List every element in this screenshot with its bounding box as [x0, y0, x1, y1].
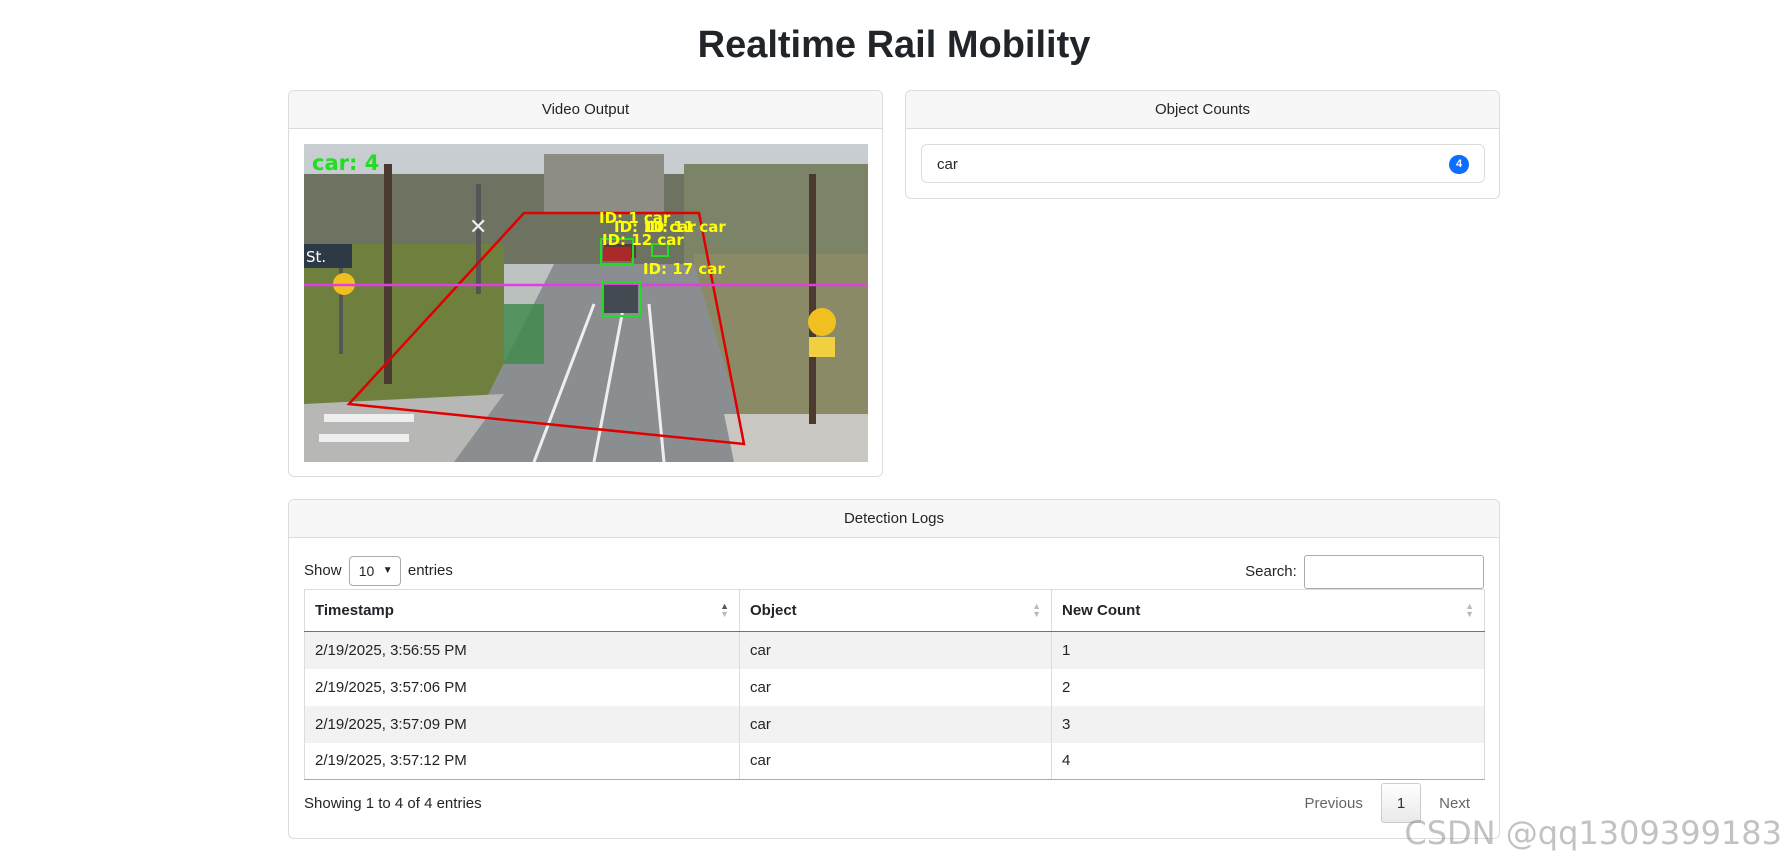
chevron-down-icon: ▼ — [382, 565, 393, 577]
cell-object: car — [739, 705, 1052, 743]
count-item-label: car — [937, 156, 958, 173]
cell-timestamp: 2/19/2025, 3:57:06 PM — [304, 668, 740, 706]
cell-timestamp: 2/19/2025, 3:57:09 PM — [304, 705, 740, 743]
count-list-item: car 4 — [921, 144, 1485, 183]
object-counts-card: Object Counts car 4 — [905, 90, 1500, 199]
cell-timestamp: 2/19/2025, 3:57:12 PM — [304, 742, 740, 780]
table-row: 2/19/2025, 3:57:09 PM car 3 — [304, 705, 1485, 743]
table-header-row: Timestamp ▲ ▼ Object ▲ ▼ New Count ▲ ▼ — [304, 589, 1485, 632]
sort-asc-icon: ▲ ▼ — [720, 601, 729, 619]
detection-logs-header: Detection Logs — [289, 500, 1499, 538]
cell-timestamp: 2/19/2025, 3:56:55 PM — [304, 631, 740, 669]
detection-logs-card: Detection Logs Show 10 ▼ entries Search: … — [288, 499, 1500, 839]
page-title: Realtime Rail Mobility — [697, 24, 1091, 66]
street-sign-text: St. — [306, 248, 326, 266]
sort-icon: ▲ ▼ — [1032, 601, 1041, 619]
table-controls: Show 10 ▼ entries Search: — [304, 555, 1484, 590]
cell-object: car — [739, 631, 1052, 669]
search-label: Search: — [1245, 563, 1297, 580]
previous-button[interactable]: Previous — [1290, 784, 1376, 824]
column-header-new-count[interactable]: New Count ▲ ▼ — [1051, 589, 1485, 632]
video-output-card: Video Output ✕ St. car: 4 ID: 1 car ID: … — [288, 90, 883, 477]
video-stream: ✕ St. car: 4 ID: 1 car ID: 10 car ID: 11… — [304, 144, 868, 462]
column-header-timestamp[interactable]: Timestamp ▲ ▼ — [304, 589, 740, 632]
search-control: Search: — [1245, 555, 1484, 590]
detection-label: ID: 17 car — [643, 260, 725, 278]
video-output-header: Video Output — [289, 91, 882, 129]
search-input[interactable] — [1304, 555, 1484, 590]
table-info: Showing 1 to 4 of 4 entries — [304, 795, 482, 812]
column-header-label: Object — [750, 602, 797, 619]
cell-new-count: 2 — [1051, 668, 1485, 706]
length-control: Show 10 ▼ entries — [304, 555, 453, 587]
page-length-value: 10 — [358, 563, 375, 580]
cell-object: car — [739, 742, 1052, 780]
detection-label: ID: 12 car — [602, 231, 684, 249]
table-row: 2/19/2025, 3:56:55 PM car 1 — [304, 631, 1485, 669]
show-label: Show — [304, 562, 342, 579]
svg-text:✕: ✕ — [469, 215, 487, 240]
cell-object: car — [739, 668, 1052, 706]
column-header-object[interactable]: Object ▲ ▼ — [739, 589, 1052, 632]
column-header-label: New Count — [1062, 602, 1141, 619]
table-row: 2/19/2025, 3:57:12 PM car 4 — [304, 742, 1485, 780]
total-count-overlay: car: 4 — [312, 151, 379, 175]
cell-new-count: 4 — [1051, 742, 1485, 780]
count-badge: 4 — [1449, 155, 1469, 174]
detection-logs-table: Timestamp ▲ ▼ Object ▲ ▼ New Count ▲ ▼ 2/19… — [304, 589, 1485, 780]
cell-new-count: 3 — [1051, 705, 1485, 743]
entries-label: entries — [407, 562, 453, 579]
cell-new-count: 1 — [1051, 631, 1485, 669]
column-header-label: Timestamp — [315, 602, 394, 619]
object-counts-header: Object Counts — [906, 91, 1499, 129]
page-length-select[interactable]: 10 ▼ — [348, 556, 401, 587]
watermark: CSDN @qq1309399183 — [1404, 814, 1782, 852]
sort-icon: ▲ ▼ — [1465, 601, 1474, 619]
table-row: 2/19/2025, 3:57:06 PM car 2 — [304, 668, 1485, 706]
